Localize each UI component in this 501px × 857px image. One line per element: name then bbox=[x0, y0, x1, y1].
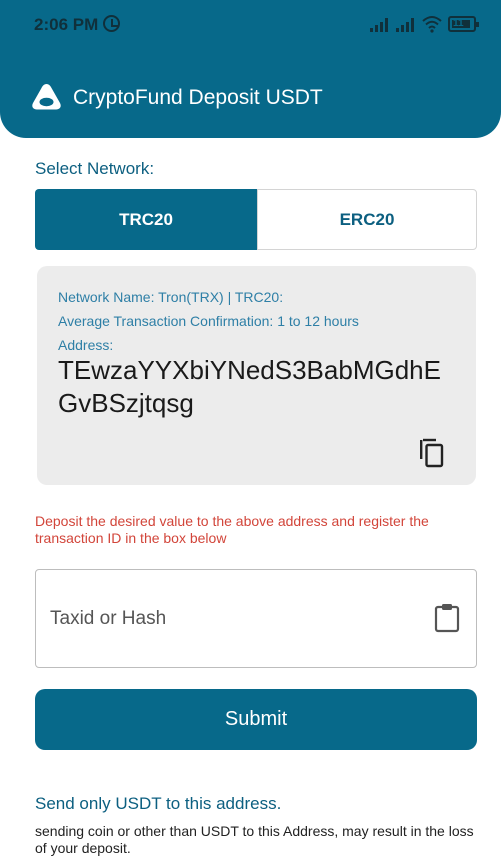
tab-trc20[interactable]: TRC20 bbox=[35, 189, 257, 250]
warning-text: sending coin or other than USDT to this … bbox=[35, 823, 474, 856]
copy-icon[interactable] bbox=[419, 438, 445, 468]
confirmation-text: Average Transaction Confirmation: 1 to 1… bbox=[58, 313, 359, 329]
transaction-id-input[interactable] bbox=[50, 600, 410, 638]
network-name-text: Network Name: Tron(TRX) | TRC20: bbox=[58, 289, 284, 305]
signal-icon-2 bbox=[396, 18, 416, 32]
select-network-label: Select Network: bbox=[35, 159, 155, 178]
network-info-card: Network Name: Tron(TRX) | TRC20: Average… bbox=[37, 266, 476, 485]
warning-title: Send only USDT to this address. bbox=[35, 794, 282, 813]
wifi-icon bbox=[422, 16, 442, 33]
network-tabs: TRC20 ERC20 bbox=[35, 189, 477, 250]
status-time: 2:06 PM bbox=[34, 15, 99, 34]
status-bar: 2:06 PM 11 bbox=[0, 0, 501, 56]
alarm-icon bbox=[103, 15, 120, 32]
deposit-address: TEwzaYYXbiYNedS3BabMGdhEGvBSzjtqsg bbox=[58, 355, 441, 418]
signal-icon bbox=[370, 18, 390, 32]
submit-button[interactable]: Submit bbox=[35, 689, 477, 750]
tab-erc20[interactable]: ERC20 bbox=[257, 189, 477, 250]
app-header: CryptoFund Deposit USDT bbox=[0, 56, 501, 138]
transaction-id-box bbox=[35, 569, 477, 668]
battery-level: 11 bbox=[453, 18, 464, 29]
address-label: Address: bbox=[58, 337, 114, 353]
clipboard-icon[interactable] bbox=[434, 603, 460, 633]
deposit-instruction: Deposit the desired value to the above a… bbox=[35, 513, 429, 546]
battery-icon: 11 bbox=[448, 16, 479, 32]
crypto-logo-icon bbox=[32, 84, 61, 110]
app-title: CryptoFund Deposit USDT bbox=[73, 86, 323, 109]
